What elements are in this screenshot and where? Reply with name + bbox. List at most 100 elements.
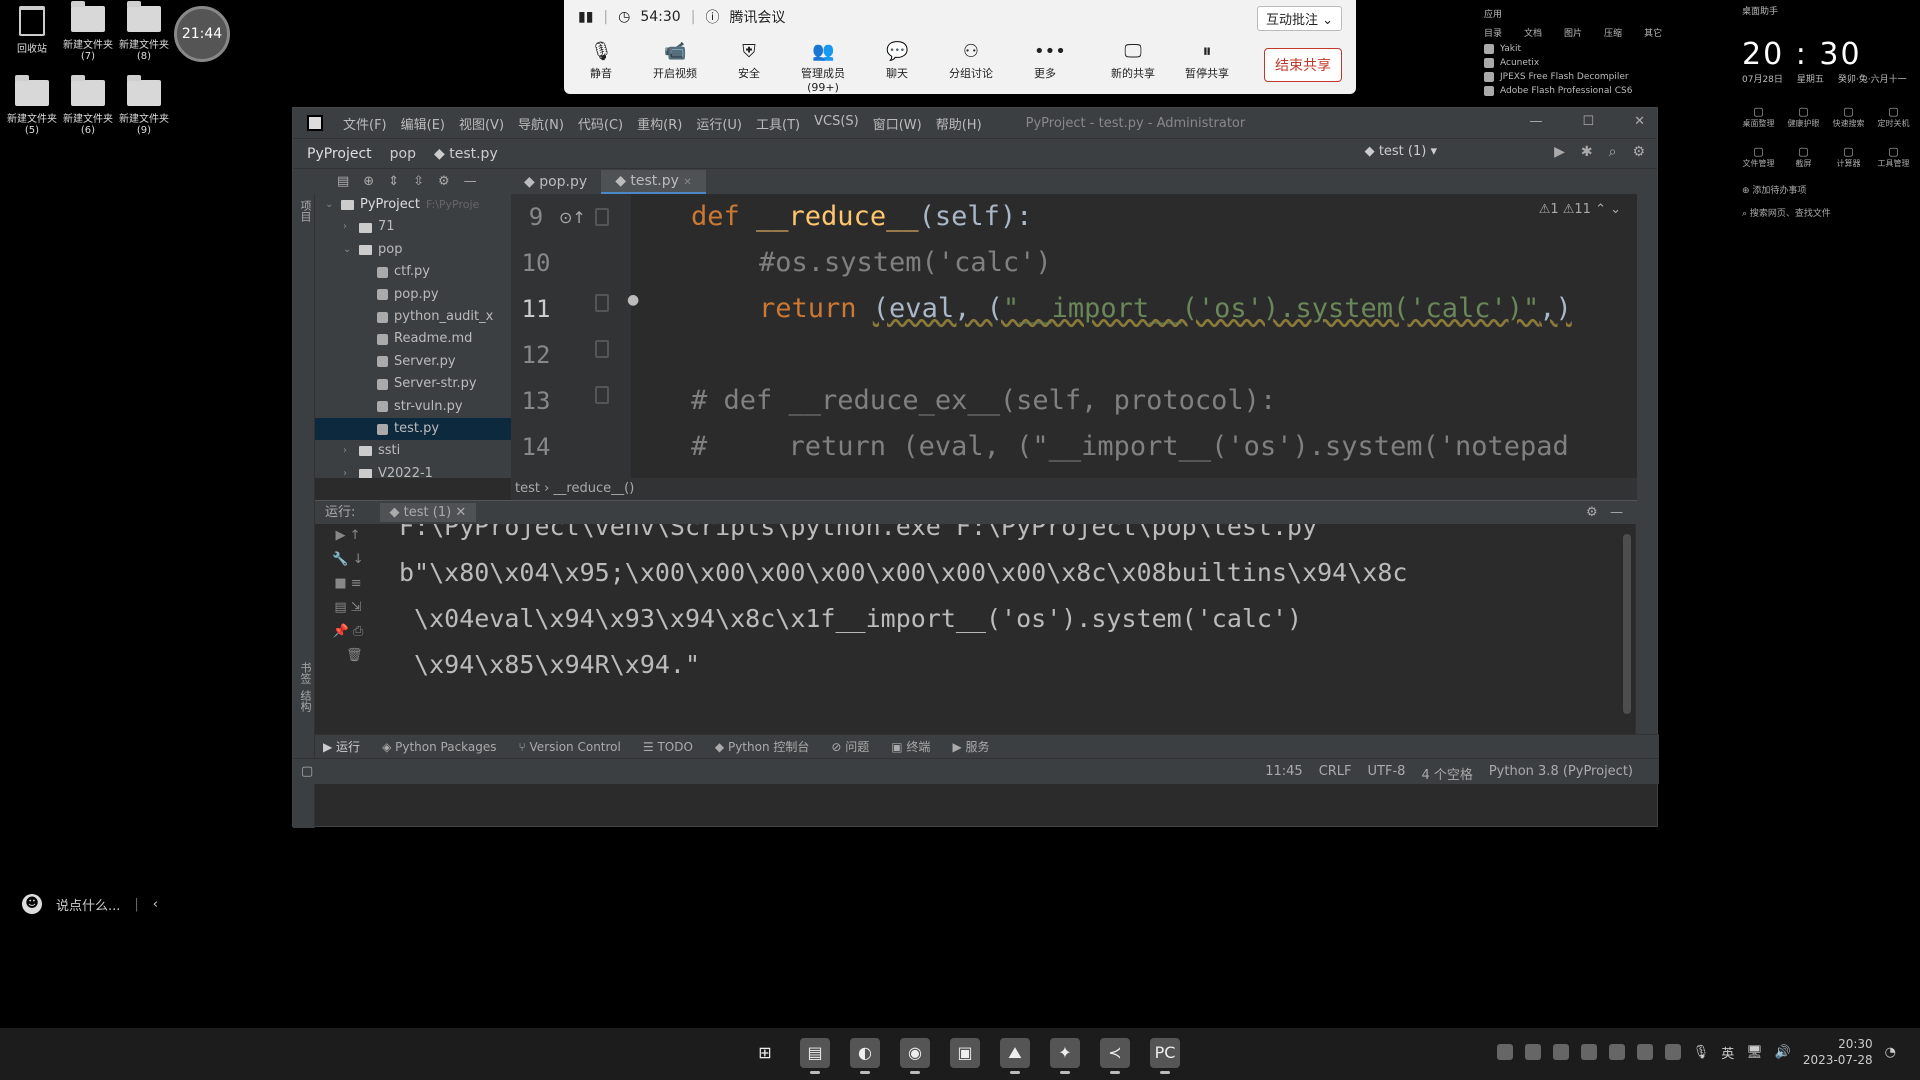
network-icon[interactable]: 🖥: [1746, 1045, 1763, 1060]
widget-tab[interactable]: 压缩: [1604, 26, 1622, 39]
tool-window-tab[interactable]: 项目: [297, 200, 313, 222]
toggle-panels-icon[interactable]: ▢: [301, 764, 313, 779]
meeting-tool-group[interactable]: ⚇ 分组讨论: [934, 42, 1008, 94]
bottom-tool-list[interactable]: ☰ TODO: [643, 740, 693, 754]
menu-item[interactable]: 视图(V): [459, 114, 504, 133]
tree-file[interactable]: Readme.md: [315, 328, 511, 350]
nav-folder[interactable]: pop: [390, 146, 416, 162]
inspection-widget[interactable]: ⚠1 ⚠11 ⌃ ⌄: [1539, 202, 1621, 217]
tree-folder[interactable]: › 71: [315, 216, 511, 238]
fold-marker-icon[interactable]: [595, 294, 609, 312]
widget-tab[interactable]: 其它: [1644, 26, 1662, 39]
taskbar-pycharm-icon[interactable]: PC: [1150, 1038, 1180, 1074]
widget-app-item[interactable]: Acunetix: [1476, 56, 1726, 70]
stop-icon[interactable]: ■ ≡: [315, 572, 381, 596]
run-tab[interactable]: ◆ test (1) ✕: [379, 503, 477, 522]
layout-icon[interactable]: ▤ ⇲: [315, 596, 381, 620]
search-icon[interactable]: ⌕: [1609, 144, 1617, 160]
taskbar-chrome-icon[interactable]: ◉: [900, 1038, 930, 1074]
menu-item[interactable]: 运行(U): [696, 114, 742, 133]
tray-app-icon[interactable]: [1496, 1044, 1513, 1060]
status-item[interactable]: 4 个空格: [1421, 764, 1472, 783]
desktop-folder[interactable]: 新建文件夹 (5): [2, 75, 62, 136]
taskbar-edge-icon[interactable]: ◐: [850, 1038, 880, 1074]
tree-file[interactable]: python_audit_x: [315, 306, 511, 328]
bottom-tool-package[interactable]: ◈ Python Packages: [382, 740, 496, 754]
tree-folder[interactable]: ⌄ pop: [315, 239, 511, 261]
pin-icon[interactable]: 📌 ⎙: [315, 620, 381, 644]
end-share-button[interactable]: 结束共享: [1264, 48, 1342, 82]
tree-file[interactable]: Server-str.py: [315, 373, 511, 395]
bottom-tool-service[interactable]: ▶ 服务: [952, 738, 989, 755]
hide-panel-icon[interactable]: —: [1610, 505, 1623, 520]
tree-arrow-icon[interactable]: ›: [343, 440, 353, 462]
maximize-icon[interactable]: ☐: [1582, 114, 1594, 129]
volume-icon[interactable]: 🔊: [1775, 1045, 1791, 1060]
bottom-tool-problem[interactable]: ⊘ 问题: [831, 738, 869, 755]
debug-icon[interactable]: ✱: [1581, 144, 1593, 160]
settings-icon[interactable]: ⚙: [1586, 505, 1598, 520]
meeting-tool-chat[interactable]: 💬 聊天: [860, 42, 934, 94]
menu-item[interactable]: 编辑(E): [401, 114, 445, 133]
interact-annotate-button[interactable]: 互动批注 ⌄: [1256, 6, 1342, 31]
meeting-tool-users[interactable]: 👥 管理成员(99+): [786, 42, 860, 95]
status-item[interactable]: 11:45: [1265, 764, 1302, 783]
tree-file[interactable]: pop.py: [315, 284, 511, 306]
tray-app-icon[interactable]: [1552, 1044, 1569, 1060]
menu-item[interactable]: 工具(T): [756, 114, 800, 133]
widget-app-item[interactable]: Adobe Flash Professional CS6: [1476, 84, 1726, 98]
desk-shortcut[interactable]: ▢ 健康护眼: [1781, 105, 1826, 129]
run-console[interactable]: F:\PyProject\venv\Scripts\python.exe F:\…: [381, 524, 1615, 734]
bottom-tool-play[interactable]: ▶ 运行: [323, 738, 360, 755]
tray-app-icon[interactable]: [1636, 1044, 1653, 1060]
floating-clock[interactable]: 21:44: [174, 6, 230, 62]
tree-arrow-icon[interactable]: ⌄: [343, 239, 353, 261]
desktop-folder[interactable]: 新建文件夹 (7): [58, 1, 118, 62]
status-item[interactable]: CRLF: [1319, 764, 1352, 783]
status-item[interactable]: UTF-8: [1368, 764, 1406, 783]
notification-icon[interactable]: ◔: [1885, 1045, 1896, 1060]
microphone-icon[interactable]: 🎙: [1693, 1045, 1710, 1060]
tree-file[interactable]: ctf.py: [315, 261, 511, 283]
nav-project[interactable]: PyProject: [307, 146, 372, 162]
bottom-tool-branch[interactable]: ⑂ Version Control: [519, 740, 621, 754]
editor-breadcrumb[interactable]: test › __reduce__(): [511, 478, 1637, 500]
fold-marker-icon[interactable]: [595, 386, 609, 404]
settings-icon[interactable]: ⚙: [1632, 144, 1645, 160]
close-icon[interactable]: ✕: [1634, 114, 1645, 129]
todo-add-link[interactable]: ⊕ 添加待办事项: [1732, 169, 1920, 196]
menu-item[interactable]: 文件(F): [343, 114, 387, 133]
desk-shortcut[interactable]: ▢ 定时关机: [1871, 105, 1916, 129]
info-icon[interactable]: ⓘ: [705, 7, 719, 27]
project-view-icon[interactable]: ▤: [337, 174, 349, 189]
tree-file[interactable]: test.py: [315, 417, 511, 441]
tool-window-tab[interactable]: 书签: [297, 662, 313, 684]
taskbar-explorer-icon[interactable]: ▤: [800, 1038, 830, 1074]
tree-folder[interactable]: › V2022-1: [315, 463, 511, 478]
rerun-icon[interactable]: ▶ ↑: [315, 524, 381, 548]
tree-arrow-icon[interactable]: ›: [343, 216, 353, 238]
tree-folder[interactable]: ⌄ PyProject F:\PyProje: [315, 194, 511, 216]
trash-icon[interactable]: 🗑: [315, 644, 381, 668]
desk-search[interactable]: ⌕ 搜索网页、查找文件: [1732, 196, 1920, 219]
widget-tab[interactable]: 图片: [1564, 26, 1582, 39]
tab-test-py[interactable]: ◆ test.py ✕: [601, 169, 706, 194]
emoji-icon[interactable]: ☻: [22, 894, 42, 914]
meeting-tool-pause[interactable]: ⏸ 暂停共享: [1170, 42, 1244, 94]
code-editor[interactable]: 9 10 11 12 13 14 ⊙↑ ● def __reduce__(self): #…: [511, 194, 1637, 478]
console-scrollbar[interactable]: [1623, 534, 1631, 714]
tree-file[interactable]: str-vuln.py: [315, 396, 511, 418]
override-icon[interactable]: ⊙↑: [559, 208, 586, 227]
run-icon[interactable]: ▶: [1554, 144, 1565, 160]
menu-item[interactable]: 窗口(W): [873, 114, 922, 133]
run-config-select[interactable]: ◆ test (1) ▾: [1365, 144, 1437, 159]
taskbar-photos-icon[interactable]: ⛰: [1000, 1038, 1030, 1074]
fold-marker-icon[interactable]: [595, 340, 609, 358]
desk-shortcut[interactable]: ▢ 文件管理: [1736, 145, 1781, 169]
gear-icon[interactable]: ⚙: [438, 174, 450, 189]
tab-pop-py[interactable]: ◆ pop.py: [510, 171, 601, 193]
tab-close-icon[interactable]: ✕: [683, 177, 691, 188]
tree-arrow-icon[interactable]: ›: [343, 463, 353, 478]
menu-item[interactable]: 代码(C): [578, 114, 623, 133]
meeting-chat-input[interactable]: ☻ 说点什么... | ‹: [22, 894, 158, 914]
